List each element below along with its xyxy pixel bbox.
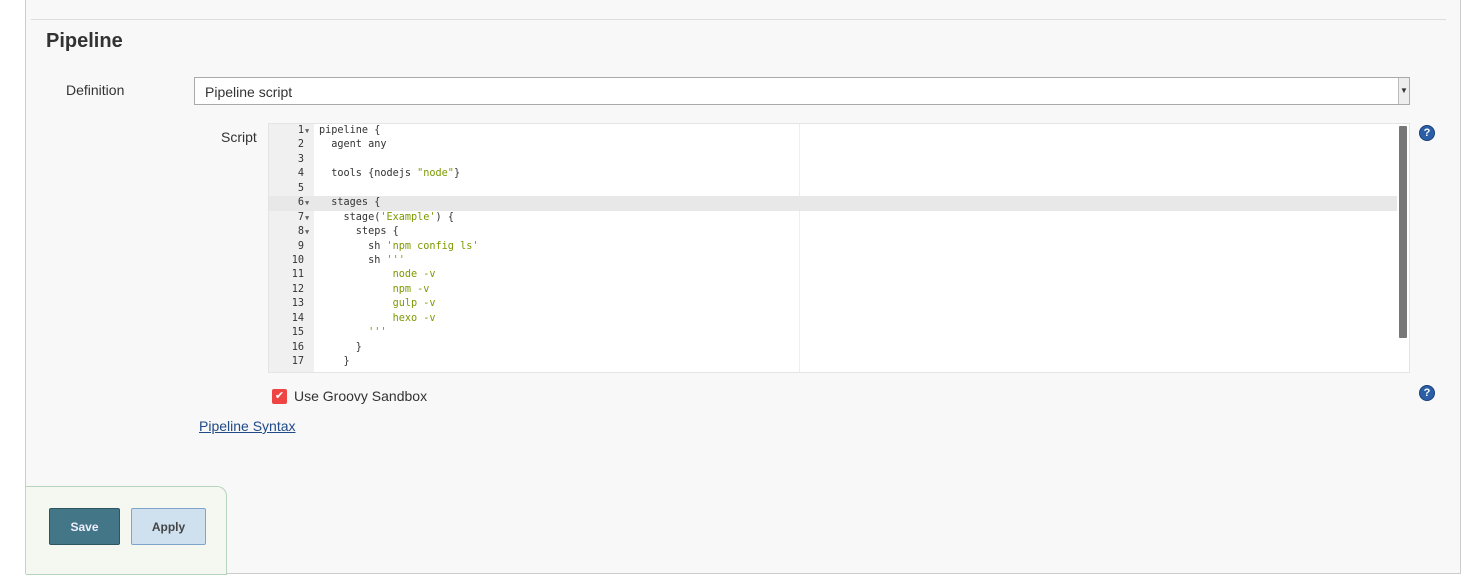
code-text: gulp -v (319, 298, 436, 310)
line-number: 11 (291, 269, 304, 281)
code-text: pipeline { (319, 125, 381, 136)
divider (31, 19, 1446, 20)
code-line[interactable]: 15 ''' (269, 326, 1397, 340)
code-line[interactable]: 9 sh 'npm config ls' (269, 240, 1397, 254)
line-number: 5 (297, 182, 304, 194)
code-line[interactable]: 11 node -v (269, 268, 1397, 282)
code-line[interactable]: 6 ▼ stages { (269, 196, 1397, 211)
code-text: } (319, 341, 362, 353)
help-icon[interactable]: ? (1419, 385, 1435, 401)
line-number: 12 (291, 283, 304, 295)
definition-select[interactable]: Pipeline script ▼ (194, 77, 1410, 105)
fold-arrow-icon[interactable]: ▼ (305, 196, 309, 210)
code-text: agent any (319, 139, 387, 151)
code-line[interactable]: 14 hexo -v (269, 312, 1397, 326)
script-label: Script (221, 129, 257, 145)
code-line[interactable]: 2 agent any (269, 138, 1397, 152)
line-number: 13 (291, 298, 304, 310)
line-number: 16 (291, 341, 304, 353)
definition-value: Pipeline script (205, 84, 293, 100)
code-text: ''' (319, 327, 387, 339)
code-line[interactable]: 1 ▼ pipeline { (269, 124, 1397, 138)
code-text: } (319, 356, 350, 368)
pipeline-panel: Pipeline Definition Pipeline script ▼ Sc… (25, 0, 1461, 575)
code-line[interactable]: 16 } (269, 341, 1397, 355)
editor-scrollbar[interactable] (1399, 126, 1407, 338)
button-bar: Save Apply (26, 486, 227, 575)
code-line[interactable]: 7 ▼ stage('Example') { (269, 211, 1397, 225)
code-line[interactable]: 10 sh ''' (269, 254, 1397, 268)
code-line[interactable]: 13 gulp -v (269, 297, 1397, 311)
line-number: 8 (297, 226, 304, 238)
code-text: sh ''' (319, 254, 405, 266)
apply-button[interactable]: Apply (131, 508, 206, 545)
line-number: 10 (291, 254, 304, 266)
code-text: steps { (319, 226, 399, 238)
chevron-down-icon: ▼ (1398, 78, 1409, 104)
code-text: hexo -v (319, 312, 436, 324)
fold-arrow-icon[interactable]: ▼ (305, 225, 309, 239)
fold-arrow-icon[interactable]: ▼ (305, 124, 309, 138)
save-button[interactable]: Save (49, 508, 120, 545)
fold-arrow-icon[interactable]: ▼ (305, 211, 309, 225)
line-number: 4 (297, 168, 304, 180)
line-number: 2 (297, 139, 304, 151)
code-text: node -v (319, 269, 436, 281)
definition-label: Definition (66, 82, 125, 98)
code-text: tools {nodejs "node"} (319, 168, 461, 180)
code-line[interactable]: 12 npm -v (269, 283, 1397, 297)
code-line[interactable]: 5 (269, 182, 1397, 196)
code-line[interactable]: 4 tools {nodejs "node"} (269, 167, 1397, 181)
line-number: 14 (291, 312, 304, 324)
code-text: npm -v (319, 283, 430, 295)
line-number: 7 (297, 211, 304, 223)
sandbox-checkbox[interactable]: ✔ (272, 389, 287, 404)
line-number: 9 (297, 240, 304, 252)
script-editor[interactable]: 1 ▼ pipeline {2 agent any 3 4 tools {nodejs … (268, 123, 1410, 373)
pipeline-syntax-link[interactable]: Pipeline Syntax (199, 418, 296, 434)
help-icon[interactable]: ? (1419, 125, 1435, 141)
code-line[interactable]: 8 ▼ steps { (269, 225, 1397, 239)
sandbox-label: Use Groovy Sandbox (294, 388, 428, 404)
line-number: 3 (297, 153, 304, 165)
line-number: 1 (297, 125, 304, 136)
code-text: stages { (319, 197, 381, 209)
code-text: stage('Example') { (319, 211, 454, 223)
code-line[interactable]: 3 (269, 153, 1397, 167)
code-line[interactable]: 17 } (269, 355, 1397, 369)
line-number: 17 (291, 356, 304, 368)
code-text: sh 'npm config ls' (319, 240, 479, 252)
section-title: Pipeline (46, 30, 123, 52)
checkmark-icon: ✔ (274, 390, 285, 402)
line-number: 15 (291, 327, 304, 339)
line-number: 6 (297, 197, 304, 209)
